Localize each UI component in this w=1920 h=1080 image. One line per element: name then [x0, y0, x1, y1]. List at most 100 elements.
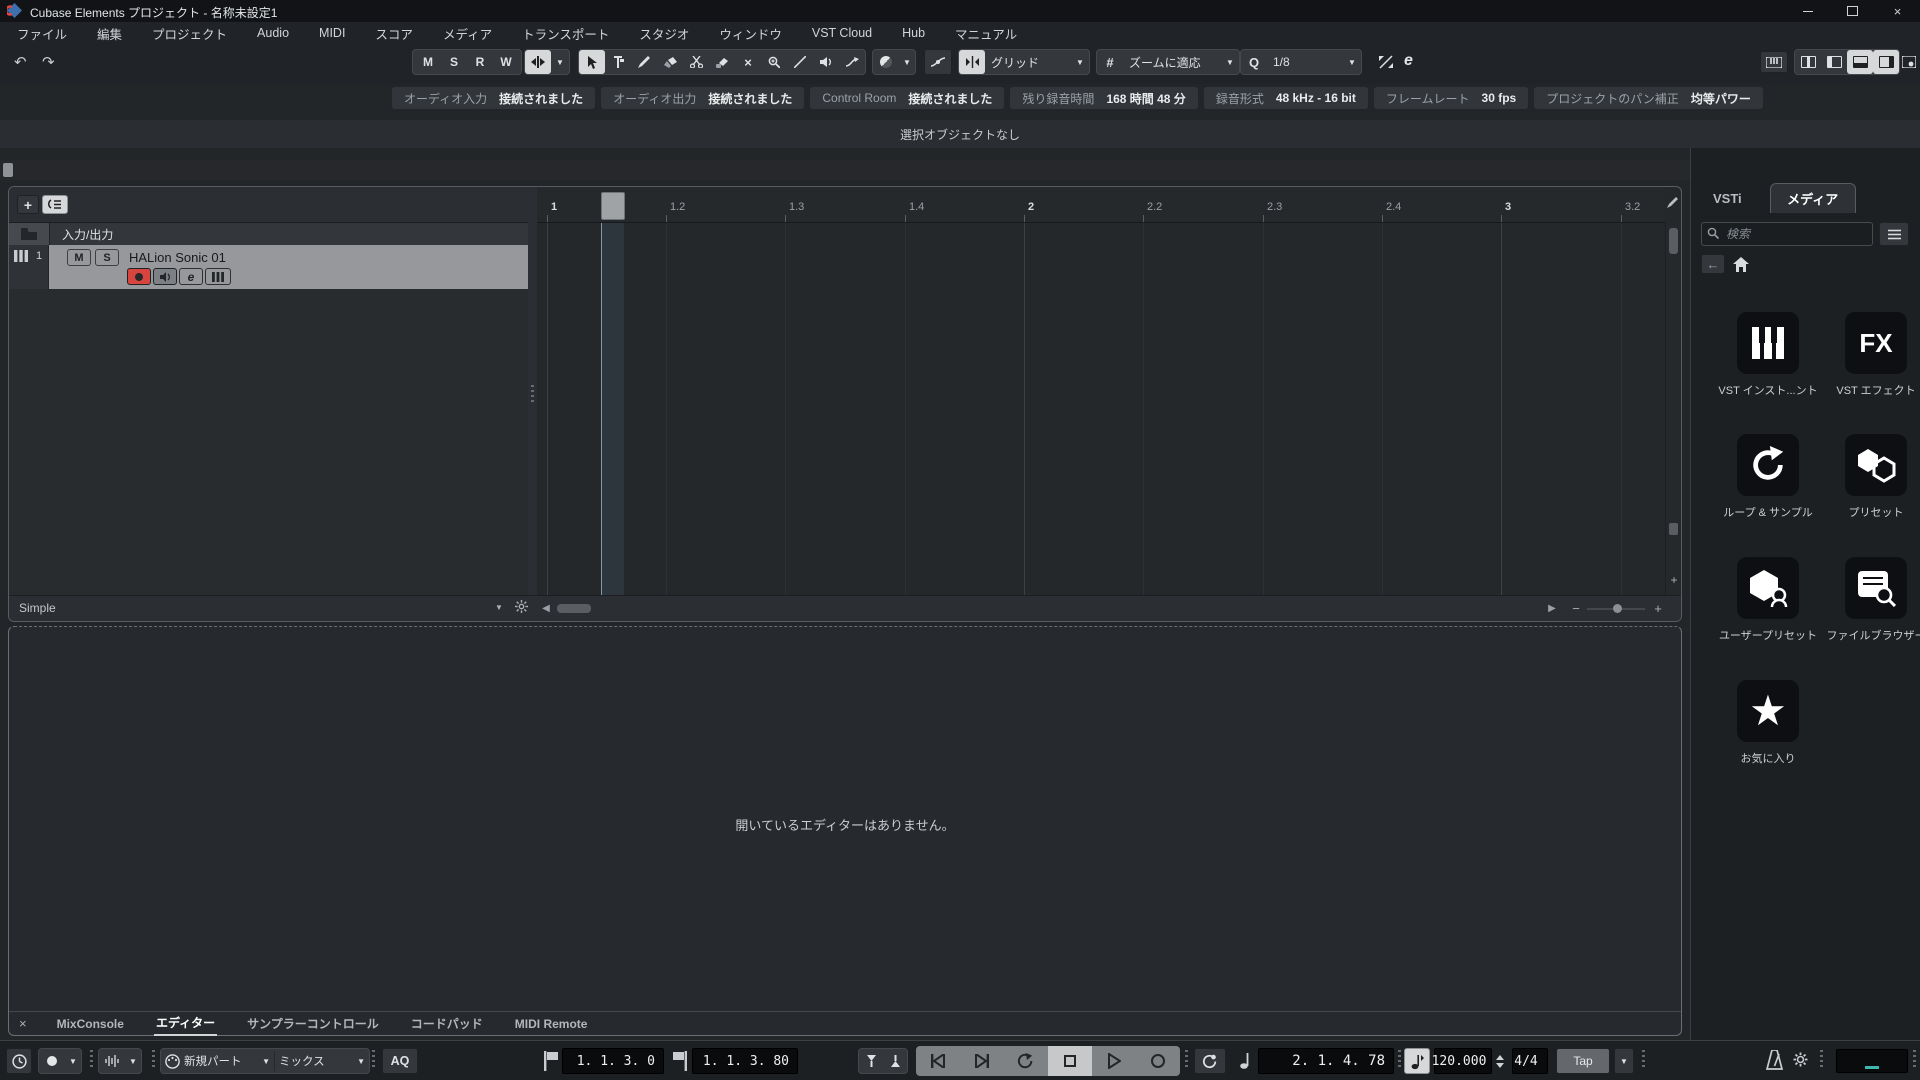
toggle-lower-zone[interactable] — [1847, 50, 1873, 74]
track-mute-button[interactable]: M — [67, 249, 91, 266]
split-tool[interactable] — [683, 50, 709, 74]
tile-presets[interactable]: プリセット — [1821, 434, 1920, 520]
menu-audio[interactable]: Audio — [242, 26, 304, 40]
maximize-button[interactable] — [1830, 0, 1875, 22]
tile-file-browser[interactable]: ファイルブラウザー — [1821, 557, 1920, 643]
ruler-pencil-icon[interactable] — [1667, 197, 1678, 208]
tab-mixconsole[interactable]: MixConsole — [55, 1014, 126, 1034]
midi-record-mix-select[interactable]: ミックス ▼ — [279, 1053, 365, 1069]
mute-tool[interactable]: × — [735, 50, 761, 74]
menu-studio[interactable]: スタジオ — [624, 24, 704, 43]
cycle-region-marker[interactable] — [601, 192, 625, 220]
erase-tool[interactable] — [657, 50, 683, 74]
toggle-status-line[interactable] — [1795, 50, 1821, 74]
tempo-stepper[interactable] — [1496, 1050, 1504, 1072]
track-list-divider[interactable] — [528, 187, 537, 621]
v-zoom-handle[interactable] — [1669, 523, 1678, 535]
automation-panel-button[interactable] — [924, 49, 952, 75]
window-layout-setup-button[interactable] — [1900, 51, 1918, 73]
menu-score[interactable]: スコア — [360, 24, 428, 43]
track-controls-preset-label[interactable]: Simple — [19, 601, 56, 615]
info-pan-law[interactable]: プロジェクトのパン補正 均等パワー — [1534, 87, 1763, 109]
range-selection-tool[interactable] — [605, 50, 631, 74]
mute-all-button[interactable]: M — [415, 50, 441, 74]
tab-vsti[interactable]: VSTi — [1713, 191, 1742, 206]
tap-tempo-button[interactable]: Tap — [1556, 1048, 1610, 1074]
event-display-area[interactable] — [537, 223, 1665, 595]
record-time-display-button[interactable] — [6, 1048, 32, 1074]
snap-button[interactable] — [959, 50, 985, 74]
h-zoom-slider-dot[interactable] — [1613, 604, 1622, 613]
close-button[interactable]: × — [1875, 0, 1920, 22]
left-locator-display[interactable]: 1. 1. 3. 0 — [562, 1048, 664, 1074]
autoscroll-button[interactable] — [525, 50, 551, 74]
tile-user-presets[interactable]: ユーザープリセット — [1713, 557, 1823, 643]
autoscroll-dropdown[interactable]: ▼ — [551, 50, 569, 74]
quantize-panel-button[interactable]: e — [1404, 52, 1413, 70]
h-zoom-in-button[interactable]: + — [1651, 600, 1665, 616]
zoom-tool[interactable] — [761, 50, 787, 74]
quantize-dropdown[interactable]: ▼ — [1343, 50, 1361, 74]
track-edit-button[interactable]: e — [179, 268, 203, 285]
tab-midi-remote[interactable]: MIDI Remote — [513, 1014, 590, 1034]
h-zoom-out-button[interactable]: − — [1569, 600, 1583, 616]
h-scroll-left-arrow[interactable]: ◀ — [539, 600, 553, 616]
undo-icon[interactable]: ↶ — [14, 53, 27, 71]
v-scroll-thumb[interactable] — [1669, 228, 1678, 254]
toggle-left-zone[interactable] — [1821, 50, 1847, 74]
snap-type-label[interactable]: グリッド — [985, 54, 1071, 71]
menu-window[interactable]: ウィンドウ — [704, 24, 797, 43]
read-automation-button[interactable]: R — [467, 50, 493, 74]
play-button[interactable] — [1092, 1046, 1136, 1076]
preset-dropdown-icon[interactable]: ▼ — [495, 603, 503, 612]
home-icon[interactable] — [1733, 256, 1749, 272]
info-record-time-max[interactable]: 残り録音時間 168 時間 48 分 — [1010, 87, 1198, 109]
quantize-preset-label[interactable]: 1/8 — [1267, 55, 1343, 69]
play-tool[interactable] — [813, 50, 839, 74]
info-audio-input[interactable]: オーディオ入力 接続されました — [392, 87, 596, 109]
tab-editor[interactable]: エディター — [153, 1011, 218, 1036]
primary-time-display[interactable]: 2. 1. 4. 78 — [1258, 1048, 1394, 1074]
track-instrument-button[interactable] — [205, 268, 231, 285]
color-menu-button[interactable] — [873, 50, 899, 74]
menu-project[interactable]: プロジェクト — [137, 24, 242, 43]
back-arrow-icon[interactable]: ← — [1701, 254, 1725, 274]
track-controls-settings-icon[interactable] — [515, 600, 528, 613]
results-list-button[interactable] — [1879, 222, 1909, 246]
snap-type-dropdown[interactable]: ▼ — [1071, 50, 1089, 74]
stop-button[interactable] — [1048, 1046, 1092, 1076]
tempo-display[interactable]: 120.000 — [1432, 1048, 1492, 1074]
folder-track-row[interactable]: 入力/出力 — [9, 223, 528, 245]
record-button[interactable] — [1136, 1046, 1180, 1076]
menu-transport[interactable]: トランスポート — [507, 24, 624, 43]
midi-record-mode-select[interactable]: 新規パート ▼ — [184, 1053, 270, 1069]
grid-type-label[interactable]: ズームに適応 — [1123, 54, 1221, 71]
right-locator-display[interactable]: 1. 1. 3. 80 — [692, 1048, 798, 1074]
add-track-button[interactable]: + — [17, 195, 39, 214]
menu-hub[interactable]: Hub — [887, 26, 940, 40]
right-locator-flag-icon[interactable] — [672, 1051, 688, 1071]
line-tool[interactable] — [787, 50, 813, 74]
h-scroll-thumb[interactable] — [557, 604, 591, 613]
tab-sampler-control[interactable]: サンプラーコントロール — [245, 1012, 381, 1035]
window-divider-handle[interactable] — [3, 163, 13, 177]
track-body[interactable]: M S HALion Sonic 01 e — [49, 245, 528, 289]
close-lower-zone-icon[interactable]: × — [19, 1016, 27, 1031]
menu-vst-cloud[interactable]: VST Cloud — [797, 26, 887, 40]
metronome-setup-gear-icon[interactable] — [1793, 1052, 1808, 1067]
solo-all-button[interactable]: S — [441, 50, 467, 74]
write-automation-button[interactable]: W — [493, 50, 519, 74]
cycle-button[interactable] — [1004, 1046, 1048, 1076]
time-signature-display[interactable]: 4/4 — [1512, 1048, 1548, 1074]
track-preset-button[interactable] — [42, 195, 68, 214]
tempo-mode-dropdown[interactable]: ▼ — [1614, 1048, 1634, 1074]
menu-edit[interactable]: 編集 — [82, 24, 137, 43]
audio-record-mode-select[interactable] — [99, 1049, 125, 1073]
track-row-halion[interactable]: 1 M S HALion Sonic 01 e — [9, 245, 528, 289]
grid-type-dropdown[interactable]: ▼ — [1221, 50, 1239, 74]
menu-media[interactable]: メディア — [428, 24, 507, 43]
draw-tool[interactable] — [631, 50, 657, 74]
track-list-empty-area[interactable] — [9, 289, 528, 595]
tab-chord-pads[interactable]: コードパッド — [409, 1012, 485, 1035]
audio-record-mode-dropdown[interactable]: ▼ — [125, 1049, 141, 1073]
